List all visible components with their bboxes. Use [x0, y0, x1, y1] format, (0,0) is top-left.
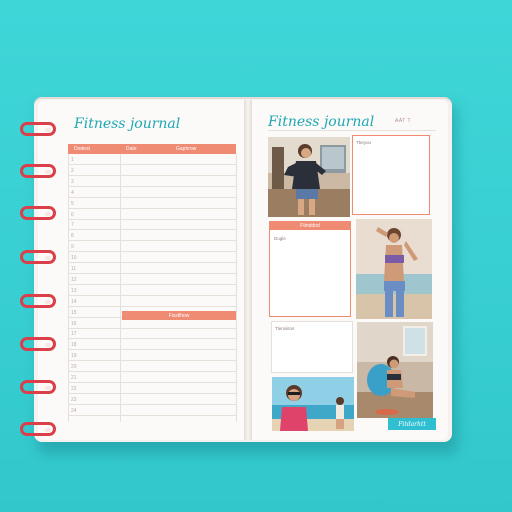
table-row [68, 328, 236, 339]
notes-box-middle-header: Ftinddod [269, 221, 351, 230]
table-row-number: 6 [71, 212, 74, 218]
table-row [68, 372, 236, 383]
table-row [68, 154, 236, 165]
spiral-ring [20, 294, 56, 308]
table-row-number: 17 [71, 331, 77, 337]
table-header-col-2: Date [126, 146, 137, 152]
table-subheader-label: Fisstlhow [168, 312, 190, 319]
table-row [68, 383, 236, 394]
table-row-number: 10 [71, 255, 77, 261]
table-row [68, 339, 236, 350]
table-row [68, 230, 236, 241]
title-underline [268, 130, 436, 131]
spiral-ring [20, 164, 56, 178]
table-row-number: 18 [71, 342, 77, 348]
table-row-number: 13 [71, 288, 77, 294]
left-page-title: Fitness journal [74, 116, 181, 132]
table-row-number: 12 [71, 277, 77, 283]
spiral-ring [20, 250, 56, 264]
table-row-number: 20 [71, 364, 77, 370]
table-row [68, 198, 236, 209]
notebook-gutter [244, 100, 252, 440]
table-row [68, 219, 236, 230]
spiral-ring [20, 337, 56, 351]
table-row-number: 7 [71, 222, 74, 228]
table-subheader: Fisstlhow [122, 311, 236, 320]
table-row-number: 11 [71, 266, 77, 272]
table-row-number: 21 [71, 375, 77, 381]
table-row [68, 187, 236, 198]
photo-woman-chair [357, 322, 433, 418]
table-column-divider [120, 154, 121, 422]
table-row [68, 252, 236, 263]
right-page-title: Fitness journal [268, 114, 375, 130]
table-row-number: 8 [71, 233, 74, 239]
table-row-number: 1 [71, 157, 74, 163]
table-row-number: 9 [71, 244, 74, 250]
table-row [68, 296, 236, 307]
table-header-col-3: Gaphrow [176, 146, 197, 152]
table-row-number: 3 [71, 179, 74, 185]
table-header-col-1: Dodest [74, 146, 90, 152]
photo-woman-room [268, 137, 350, 217]
table-row [68, 165, 236, 176]
table-row-number: 19 [71, 353, 77, 359]
table-row [68, 176, 236, 187]
notes-box-bottom-label: Tlenniitos [275, 326, 295, 331]
table-border-left [68, 154, 69, 422]
spiral-ring [20, 206, 56, 220]
notes-box-top-label: Tbeyou [356, 140, 372, 145]
spiral-ring [20, 380, 56, 394]
table-row-number: 24 [71, 408, 77, 414]
table-row [68, 285, 236, 296]
table-row-number: 5 [71, 201, 74, 207]
photo-woman-sunglasses [272, 377, 354, 431]
table-row-number: 16 [71, 321, 77, 327]
photo-woman-beach [356, 219, 432, 319]
table-header: Dodest Date Gaphrow [68, 144, 236, 154]
table-row [68, 263, 236, 274]
spiral-ring [20, 422, 56, 436]
table-row-number: 22 [71, 386, 77, 392]
table-row [68, 361, 236, 372]
notes-box-middle-header-label: Ftinddod [300, 222, 320, 229]
table-row-number: 4 [71, 190, 74, 196]
page-label: AAT T [395, 118, 412, 124]
spiral-ring [20, 122, 56, 136]
table-row [68, 350, 236, 361]
table-row-number: 23 [71, 397, 77, 403]
table-border-right [236, 154, 237, 422]
table-row [68, 394, 236, 405]
table-row [68, 274, 236, 285]
notes-box-middle-label: Dugle [274, 236, 286, 241]
notes-box-top [352, 135, 430, 215]
table-row [68, 241, 236, 252]
table-row-number: 14 [71, 299, 77, 305]
table-row-number: 15 [71, 310, 77, 316]
table-row-number: 2 [71, 168, 74, 174]
photo-tag: Fitdarhtt [388, 418, 436, 430]
table-row [68, 405, 236, 416]
